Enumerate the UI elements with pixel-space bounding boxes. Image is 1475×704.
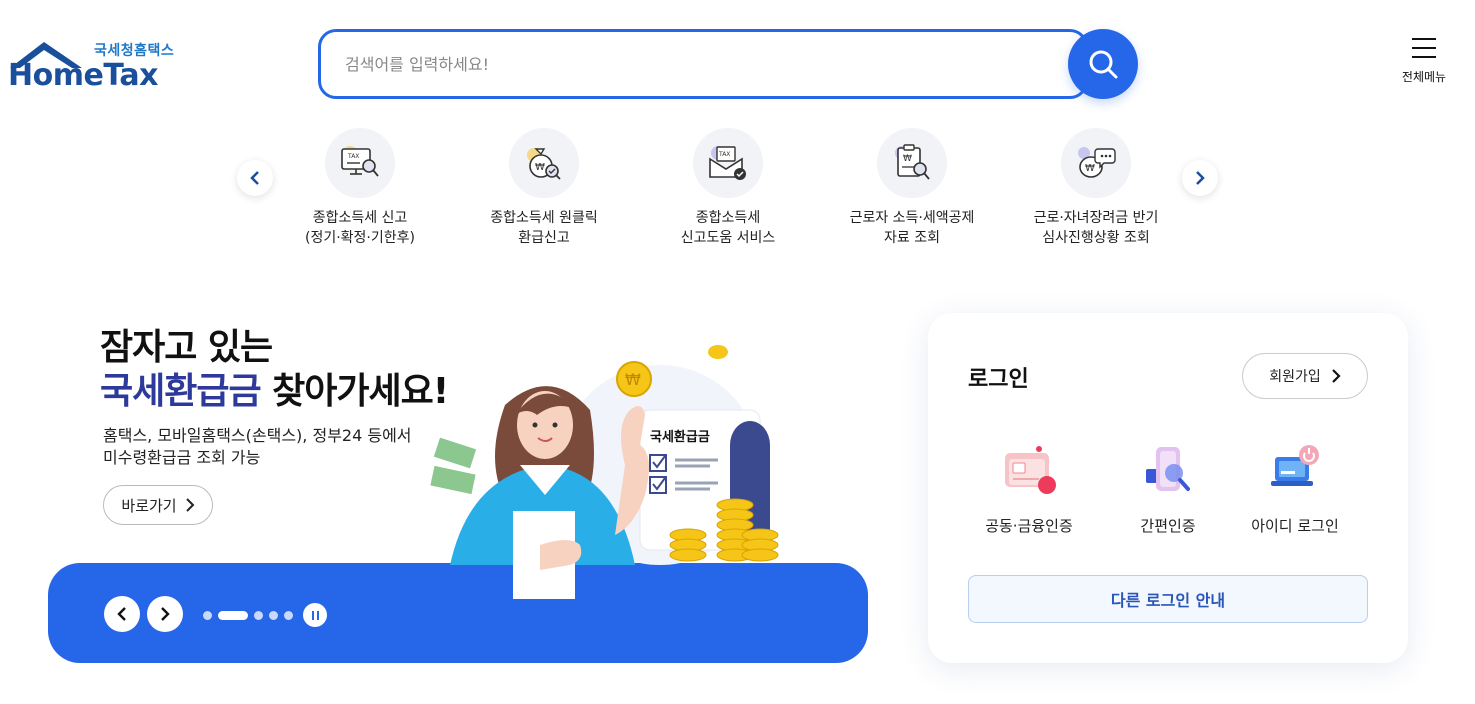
hamburger-icon <box>1412 38 1436 58</box>
svg-text:TAX: TAX <box>718 151 730 158</box>
search-button[interactable] <box>1068 29 1138 99</box>
other-login-label: 다른 로그인 안내 <box>1110 591 1226 610</box>
banner-pagination <box>203 611 293 620</box>
all-menu-label: 전체메뉴 <box>1401 70 1447 84</box>
phone-search-icon <box>1146 447 1190 491</box>
service-label-line1: 근로자 소득·세액공제 <box>849 210 975 226</box>
certificate-card-icon <box>1005 446 1056 494</box>
service-item-one-click-refund[interactable]: ₩ 종합소득세 원클릭 환급신고 <box>444 128 644 248</box>
pagination-dot[interactable] <box>254 611 263 620</box>
login-title: 로그인 <box>968 367 1029 392</box>
service-label-line1: 근로·자녀장려금 반기 <box>1033 210 1159 226</box>
login-option-id[interactable]: 아이디 로그인 <box>1230 441 1360 536</box>
banner-headline-highlight: 국세환급금 <box>100 371 262 412</box>
service-label-line1: 종합소득세 원클릭 <box>490 210 598 226</box>
receipt-search-icon: ₩ <box>877 128 947 198</box>
login-option-certificate[interactable]: 공동·금융인증 <box>964 441 1094 536</box>
service-label-line1: 종합소득세 신고 <box>312 210 408 226</box>
document-title: 국세환급금 <box>650 429 710 445</box>
banner-go-label: 바로가기 <box>121 496 177 515</box>
svg-text:₩: ₩ <box>1085 163 1095 174</box>
service-item-filing-help[interactable]: TAX 종합소득세 신고도움 서비스 <box>628 128 828 248</box>
service-item-incentive-status[interactable]: ₩ 근로·자녀장려금 반기 심사진행상황 조회 <box>996 128 1196 248</box>
svg-text:₩: ₩ <box>625 370 641 389</box>
laptop-power-icon <box>1271 445 1319 486</box>
pagination-dot[interactable] <box>203 611 212 620</box>
login-option-label: 공동·금융인증 <box>985 517 1073 535</box>
service-label-line2: 자료 조회 <box>884 230 940 246</box>
login-option-label: 아이디 로그인 <box>1251 517 1339 535</box>
login-card: 로그인 회원가입 공동·금융인증 간편인증 아이디 로그인 다른 로그인 안내 <box>928 313 1408 663</box>
money-chat-icon: ₩ <box>1061 128 1131 198</box>
service-item-income-tax-filing[interactable]: TAX 종합소득세 신고 (정기·확정·기한후) <box>260 128 460 248</box>
other-login-guide-button[interactable]: 다른 로그인 안내 <box>968 575 1368 623</box>
search-box <box>318 29 1088 99</box>
service-label-line2: 신고도움 서비스 <box>680 230 776 246</box>
hometax-logo[interactable]: 국세청홈택스 HomeTax <box>8 38 178 94</box>
banner-description-1: 홈택스, 모바일홈택스(손택스), 정부24 등에서 <box>103 426 412 445</box>
svg-text:TAX: TAX <box>347 153 359 160</box>
pagination-dot-active[interactable] <box>218 611 248 620</box>
service-label-line2: 심사진행상황 조회 <box>1042 230 1150 246</box>
tax-monitor-icon: TAX <box>325 128 395 198</box>
banner-next-button[interactable] <box>147 596 183 632</box>
search-input[interactable] <box>345 50 1045 78</box>
money-bag-check-icon: ₩ <box>509 128 579 198</box>
banner-go-button[interactable]: 바로가기 <box>103 485 213 525</box>
login-option-label: 간편인증 <box>1140 517 1196 535</box>
chevron-right-icon <box>185 498 195 512</box>
svg-text:₩: ₩ <box>903 154 912 164</box>
svg-text:₩: ₩ <box>535 162 545 173</box>
chevron-left-icon <box>117 607 126 621</box>
chevron-right-icon <box>161 607 170 621</box>
banner-pause-button[interactable] <box>303 603 327 627</box>
join-button-label: 회원가입 <box>1269 369 1321 385</box>
logo-english-text: HomeTax <box>8 58 159 93</box>
service-label-line2: (정기·확정·기한후) <box>305 230 415 246</box>
service-item-deduction-data[interactable]: ₩ 근로자 소득·세액공제 자료 조회 <box>812 128 1012 248</box>
refund-illustration: ₩ 국세환급금 <box>430 345 779 599</box>
chevron-right-icon <box>1331 369 1341 383</box>
join-button[interactable]: 회원가입 <box>1242 353 1368 399</box>
login-option-simple-auth[interactable]: 간편인증 <box>1103 441 1233 536</box>
tax-mail-icon: TAX <box>693 128 763 198</box>
banner-description-2: 미수령환급금 조회 가능 <box>103 448 261 467</box>
all-menu-button[interactable]: 전체메뉴 <box>1396 38 1452 85</box>
pagination-dot[interactable] <box>269 611 278 620</box>
search-icon <box>1089 50 1118 79</box>
service-label-line1: 종합소득세 <box>695 210 761 226</box>
service-label-line2: 환급신고 <box>518 230 570 246</box>
banner-prev-button[interactable] <box>104 596 140 632</box>
banner-headline-2: 국세환급금 찾아가세요! <box>100 362 449 414</box>
pause-icon <box>311 610 319 620</box>
pagination-dot[interactable] <box>284 611 293 620</box>
logo-korean-text: 국세청홈택스 <box>94 43 175 59</box>
